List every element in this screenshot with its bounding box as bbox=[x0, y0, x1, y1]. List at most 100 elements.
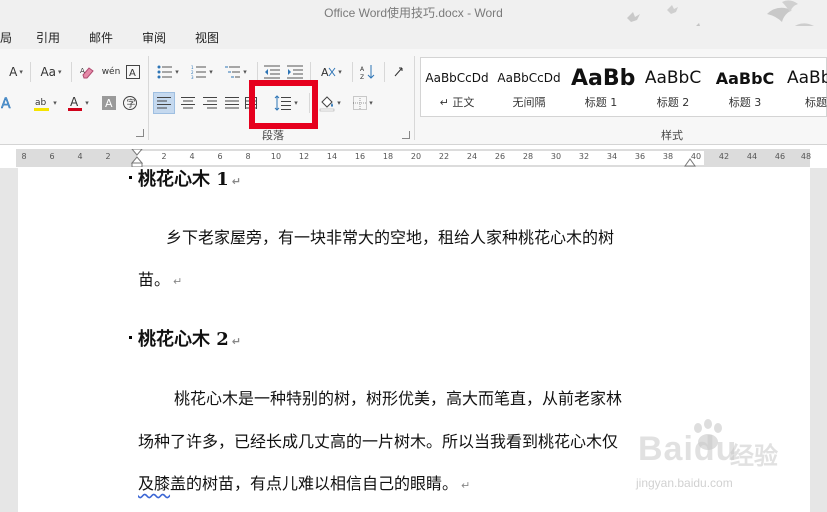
watermark-url: jingyan.baidu.com bbox=[636, 476, 733, 490]
ruler-tick: 6 bbox=[49, 152, 55, 161]
svg-text:Z: Z bbox=[360, 74, 364, 80]
style-heading-1[interactable]: AaBb 标题 1 bbox=[565, 58, 637, 116]
paint-bucket-icon bbox=[319, 96, 335, 112]
paragraph-1-line-2[interactable]: 苗。 ↵ bbox=[138, 266, 182, 290]
borders-icon bbox=[353, 96, 368, 110]
chevron-down-icon: ▾ bbox=[337, 99, 341, 107]
watermark-brand-cn: 经验 bbox=[730, 442, 778, 470]
separator bbox=[310, 62, 311, 82]
ruler-tick: 2 bbox=[161, 152, 167, 161]
paragraph-1-line-2-text: 苗。 bbox=[138, 270, 171, 289]
pilcrow-arrow-icon bbox=[394, 67, 403, 77]
align-right-button[interactable] bbox=[200, 93, 220, 113]
tab-references[interactable]: 引用 bbox=[36, 29, 60, 46]
change-case-button[interactable]: Aa ▾ bbox=[36, 62, 66, 82]
font-size-label: A bbox=[9, 65, 18, 79]
style-sample: AaBbCcDd bbox=[425, 71, 489, 85]
style-name: 标题 1 bbox=[584, 96, 618, 109]
svg-text:字: 字 bbox=[127, 98, 136, 110]
separator bbox=[71, 62, 72, 82]
justify-button[interactable] bbox=[222, 93, 242, 113]
ruler-tick: 14 bbox=[326, 152, 338, 161]
increase-indent-button[interactable] bbox=[285, 62, 305, 82]
text-effects-icon: A bbox=[1, 96, 11, 111]
align-center-button[interactable] bbox=[178, 93, 198, 113]
ruler-tick: 10 bbox=[270, 152, 282, 161]
styles-group-label: 样式 bbox=[661, 129, 683, 142]
tab-mailings[interactable]: 邮件 bbox=[89, 29, 113, 46]
tab-review[interactable]: 审阅 bbox=[142, 29, 166, 46]
ribbon-tabs: 局 引用 邮件 审阅 视图 bbox=[0, 26, 827, 49]
bullet-list-icon bbox=[157, 65, 173, 79]
enclose-char-circle-button[interactable]: 字 bbox=[121, 93, 139, 113]
title-bar: Office Word使用技巧.docx - Word bbox=[0, 0, 827, 44]
document-heading-2[interactable]: 桃花心木 2 ↵ bbox=[128, 325, 241, 351]
font-color-button[interactable]: A ▾ bbox=[64, 93, 92, 113]
ruler-tick: 8 bbox=[21, 152, 27, 161]
style-no-spacing[interactable]: AaBbCcDd 无间隔 bbox=[493, 58, 565, 116]
enclose-characters-button[interactable]: A bbox=[123, 62, 143, 82]
bullets-button[interactable]: ▾ bbox=[153, 62, 183, 82]
ruler-tick: 2 bbox=[105, 152, 111, 161]
phonetic-guide-button[interactable]: wén bbox=[101, 62, 121, 82]
decrease-indent-button[interactable] bbox=[262, 62, 282, 82]
shrink-font-button[interactable]: A ▾ bbox=[6, 62, 26, 82]
right-indent-marker-icon[interactable] bbox=[684, 157, 696, 167]
separator bbox=[352, 62, 353, 82]
paragraph-2-line-1[interactable]: 桃花心木是一种特别的树，树形优美，高大而笔直，从前老家林 bbox=[174, 385, 622, 409]
heading-2-text: 桃花心木 2 bbox=[138, 329, 229, 350]
style-name: 标题 2 bbox=[656, 96, 690, 109]
style-heading-3[interactable]: AaBbC 标题 3 bbox=[709, 58, 781, 116]
ruler-tick: 48 bbox=[800, 152, 812, 161]
svg-text:A: A bbox=[70, 95, 79, 109]
ruler-tick: 46 bbox=[774, 152, 786, 161]
tab-view[interactable]: 视图 bbox=[195, 29, 219, 46]
sort-icon: AZ bbox=[360, 65, 375, 80]
justify-icon bbox=[225, 97, 239, 109]
paragraph-mark: ↵ bbox=[461, 479, 471, 492]
align-left-button[interactable] bbox=[153, 92, 175, 114]
ruler-tick: 6 bbox=[217, 152, 223, 161]
watermark-brand: Baidu bbox=[638, 430, 738, 468]
highlighter-icon: ab bbox=[34, 98, 50, 111]
group-separator bbox=[414, 56, 415, 140]
ruler-tick: 32 bbox=[578, 152, 590, 161]
borders-button[interactable]: ▾ bbox=[348, 93, 378, 113]
eraser-icon: A bbox=[80, 67, 94, 79]
style-sample: AaBbC bbox=[644, 68, 702, 88]
paragraph-2-line-2[interactable]: 场种了许多，已经长成几丈高的一片树木。所以当我看到桃花心木仅 bbox=[138, 428, 618, 452]
ruler-tick: 4 bbox=[189, 152, 195, 161]
character-shading-icon: A bbox=[102, 96, 116, 110]
numbering-button[interactable]: 1 2 3 ▾ bbox=[187, 62, 217, 82]
spelling-flag-word[interactable]: 及膝 bbox=[138, 474, 170, 493]
ruler-tick: 44 bbox=[746, 152, 758, 161]
numbered-list-icon: 123 bbox=[191, 65, 207, 79]
style-heading-2[interactable]: AaBbC 标题 2 bbox=[637, 58, 709, 116]
horizontal-ruler[interactable]: 8 6 4 2 2 4 6 8 10 12 14 16 18 20 22 24 … bbox=[16, 149, 811, 167]
paragraph-1-line-1[interactable]: 乡下老家屋旁，有一块非常大的空地，租给人家种桃花心木的树 bbox=[166, 224, 614, 248]
font-dialog-launcher[interactable] bbox=[136, 129, 144, 137]
clear-formatting-button[interactable]: A bbox=[78, 62, 98, 82]
chevron-down-icon: ▾ bbox=[369, 99, 373, 107]
style-title[interactable]: AaBb 标题 bbox=[781, 58, 827, 116]
style-normal[interactable]: AaBbCcDd ↵ 正文 bbox=[421, 58, 493, 116]
document-heading-1[interactable]: 桃花心木 1 ↵ bbox=[128, 165, 241, 191]
paragraph-2-line-3[interactable]: 及膝盖的树苗，有点儿难以相信自己的眼睛。 ↵ bbox=[138, 470, 470, 494]
heading-1-text: 桃花心木 1 bbox=[138, 169, 229, 190]
asian-layout-icon: A bbox=[321, 66, 336, 79]
asian-layout-button[interactable]: A ▾ bbox=[316, 62, 346, 82]
text-effects-button[interactable]: A bbox=[0, 93, 16, 113]
character-shading-button[interactable]: A bbox=[100, 93, 118, 113]
ruler-tick: 28 bbox=[522, 152, 534, 161]
text-highlight-button[interactable]: ab ▾ bbox=[30, 93, 60, 113]
tab-layout[interactable]: 局 bbox=[0, 29, 12, 46]
separator bbox=[384, 62, 385, 82]
multilevel-list-button[interactable]: ▾ bbox=[221, 62, 251, 82]
paragraph-mark: ↵ bbox=[173, 275, 183, 288]
sort-button[interactable]: AZ bbox=[358, 62, 378, 82]
paragraph-dialog-launcher[interactable] bbox=[402, 131, 410, 139]
phonetic-guide-label: wén bbox=[101, 67, 121, 77]
shading-button[interactable]: ▾ bbox=[316, 93, 344, 113]
show-formatting-marks-button[interactable] bbox=[389, 62, 409, 82]
group-separator bbox=[148, 56, 149, 140]
